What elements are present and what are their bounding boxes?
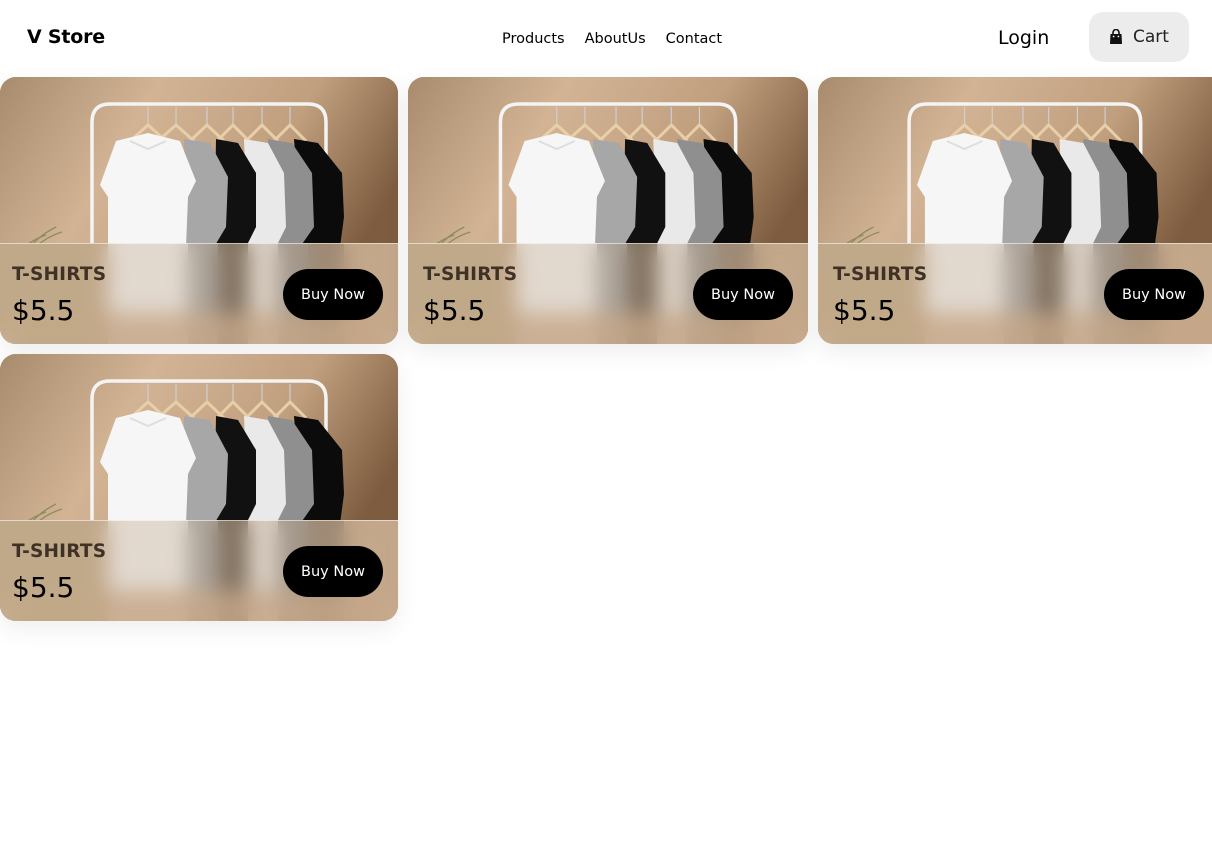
product-card[interactable]: T-SHIRTS $5.5 Buy Now — [818, 77, 1212, 344]
product-card[interactable]: T-SHIRTS $5.5 Buy Now — [0, 354, 398, 621]
product-card[interactable]: T-SHIRTS $5.5 Buy Now — [0, 77, 398, 344]
product-card[interactable]: T-SHIRTS $5.5 Buy Now — [408, 77, 808, 344]
product-price: $5.5 — [423, 294, 486, 327]
nav-link-aboutus[interactable]: AboutUs — [585, 31, 646, 47]
cart-button[interactable]: Cart — [1089, 12, 1189, 62]
product-price: $5.5 — [12, 294, 75, 327]
product-info-panel: T-SHIRTS $5.5 Buy Now — [818, 243, 1212, 344]
buy-now-button[interactable]: Buy Now — [693, 269, 793, 320]
main-nav: Products AboutUs Contact — [502, 31, 722, 47]
buy-now-button[interactable]: Buy Now — [1104, 269, 1204, 320]
buy-now-button[interactable]: Buy Now — [283, 546, 383, 597]
nav-link-products[interactable]: Products — [502, 31, 565, 47]
product-info-panel: T-SHIRTS $5.5 Buy Now — [408, 243, 808, 344]
product-name: T-SHIRTS — [12, 541, 107, 562]
product-name: T-SHIRTS — [833, 264, 928, 285]
product-info-panel: T-SHIRTS $5.5 Buy Now — [0, 243, 398, 344]
buy-now-button[interactable]: Buy Now — [283, 269, 383, 320]
shopping-bag-icon — [1109, 29, 1123, 45]
product-info-panel: T-SHIRTS $5.5 Buy Now — [0, 520, 398, 621]
top-nav-bar: V Store Products AboutUs Contact Login C… — [0, 0, 1212, 77]
product-name: T-SHIRTS — [12, 264, 107, 285]
product-name: T-SHIRTS — [423, 264, 518, 285]
cart-label: Cart — [1133, 27, 1169, 47]
brand-logo[interactable]: V Store — [27, 26, 105, 48]
login-link[interactable]: Login — [998, 27, 1049, 49]
product-price: $5.5 — [12, 571, 75, 604]
product-price: $5.5 — [833, 294, 896, 327]
nav-link-contact[interactable]: Contact — [666, 31, 722, 47]
